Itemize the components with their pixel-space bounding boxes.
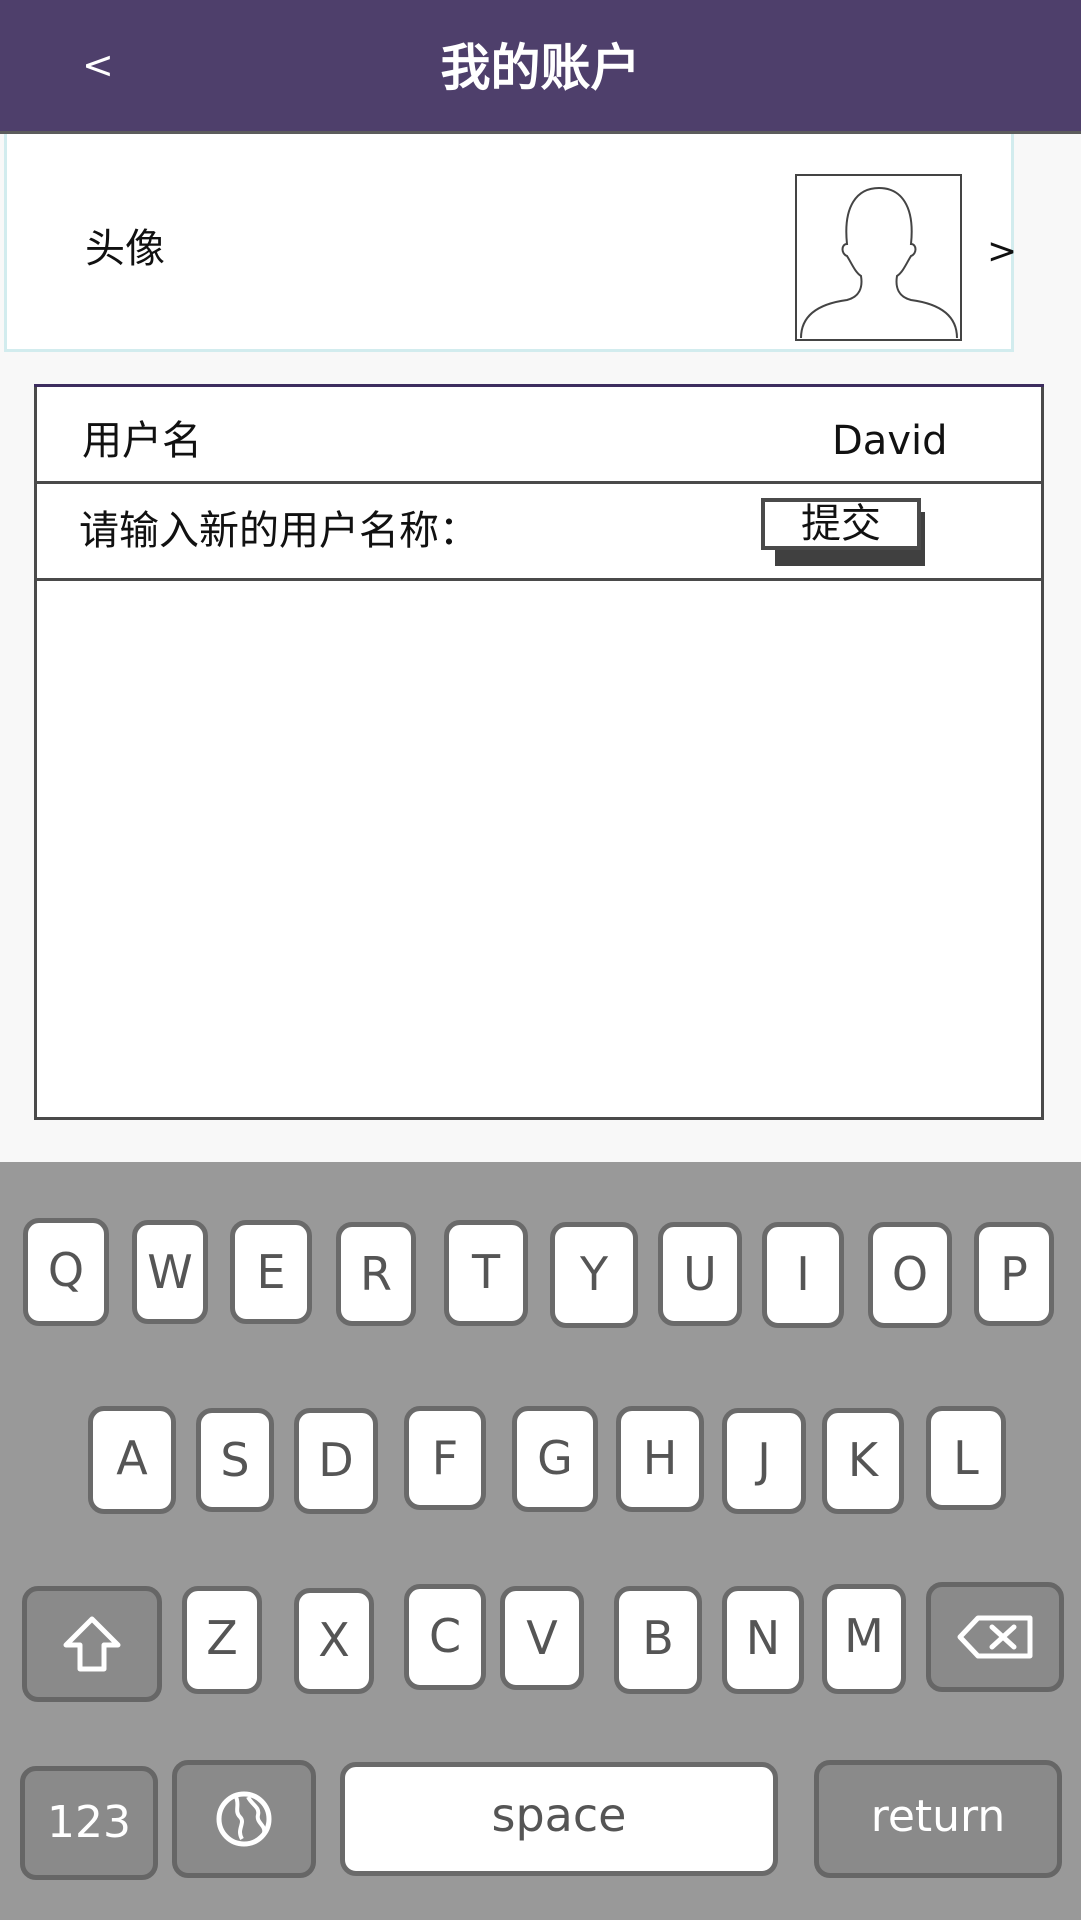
key-e[interactable]: E — [230, 1220, 312, 1324]
avatar-chevron-icon: > — [987, 231, 1018, 272]
key-t[interactable]: T — [444, 1220, 528, 1326]
username-label: 用户名 — [82, 418, 202, 464]
header-bar: < 我的账户 — [0, 0, 1081, 134]
key-o[interactable]: O — [868, 1222, 952, 1328]
key-h[interactable]: H — [616, 1406, 704, 1512]
shift-key[interactable] — [22, 1586, 162, 1702]
key-p[interactable]: P — [974, 1222, 1054, 1326]
key-q[interactable]: Q — [23, 1218, 109, 1326]
globe-key[interactable] — [172, 1760, 316, 1878]
key-d[interactable]: D — [294, 1408, 378, 1514]
key-u[interactable]: U — [658, 1222, 742, 1326]
rename-prompt-label: 请输入新的用户名称： — [79, 508, 479, 554]
backspace-key[interactable] — [926, 1582, 1064, 1692]
globe-icon — [216, 1791, 272, 1847]
username-row: 用户名 David — [37, 387, 1041, 484]
key-m[interactable]: M — [822, 1584, 906, 1694]
backspace-icon — [957, 1615, 1033, 1659]
key-v[interactable]: V — [500, 1586, 584, 1690]
avatar-label: 头像 — [85, 226, 165, 272]
key-r[interactable]: R — [336, 1222, 416, 1326]
key-z[interactable]: Z — [182, 1586, 262, 1694]
key-b[interactable]: B — [614, 1586, 702, 1694]
numbers-key[interactable]: 123 — [20, 1766, 158, 1880]
page-title: 我的账户 — [440, 39, 641, 97]
username-value: David — [832, 418, 948, 464]
key-n[interactable]: N — [722, 1586, 804, 1694]
avatar-row[interactable]: 头像 > — [4, 134, 1018, 352]
new-username-input[interactable] — [37, 581, 1041, 1117]
key-y[interactable]: Y — [550, 1222, 638, 1328]
key-a[interactable]: A — [88, 1406, 176, 1514]
key-s[interactable]: S — [196, 1408, 274, 1512]
submit-button[interactable]: 提交 — [761, 498, 921, 550]
key-g[interactable]: G — [512, 1406, 598, 1512]
key-c[interactable]: C — [404, 1584, 486, 1690]
submit-button-wrap: 提交 — [761, 498, 928, 566]
shift-arrow-icon — [63, 1616, 121, 1672]
key-j[interactable]: J — [722, 1408, 806, 1514]
return-key[interactable]: return — [814, 1760, 1062, 1878]
space-key[interactable]: space — [340, 1762, 778, 1876]
key-f[interactable]: F — [404, 1406, 486, 1510]
key-x[interactable]: X — [294, 1588, 374, 1694]
rename-row: 请输入新的用户名称： 提交 — [37, 484, 1041, 581]
key-k[interactable]: K — [822, 1408, 904, 1514]
key-l[interactable]: L — [926, 1406, 1006, 1510]
person-silhouette-icon — [795, 174, 962, 341]
key-w[interactable]: W — [132, 1220, 208, 1324]
key-i[interactable]: I — [762, 1222, 844, 1328]
username-panel: 用户名 David 请输入新的用户名称： 提交 — [34, 384, 1044, 1120]
onscreen-keyboard: Q W E R T Y U I O P A S D F G H J K L Z … — [0, 1162, 1081, 1920]
